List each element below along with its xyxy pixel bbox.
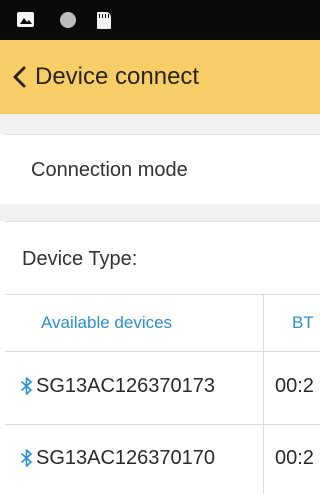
table-row[interactable]: SG13AC126370173 00:2 bbox=[5, 352, 320, 424]
circle-icon bbox=[60, 12, 76, 28]
device-bt-address: 00:2 bbox=[275, 447, 314, 469]
image-icon bbox=[17, 12, 34, 27]
devices-table: Available devices BT SG13AC126370173 00:… bbox=[5, 294, 320, 494]
page-title: Device connect bbox=[35, 63, 200, 90]
divider bbox=[5, 221, 320, 222]
divider bbox=[5, 134, 320, 135]
column-header-bt: BT bbox=[292, 313, 314, 332]
column-header-available-devices: Available devices bbox=[41, 313, 173, 332]
sd-card-icon bbox=[97, 12, 111, 29]
bluetooth-icon bbox=[21, 449, 33, 467]
app-bar: Device connect bbox=[0, 40, 320, 114]
device-name: SG13AC126370173 bbox=[36, 375, 216, 397]
section-gap bbox=[0, 204, 320, 221]
connection-mode-label[interactable]: Connection mode bbox=[31, 159, 188, 182]
device-bt-address: 00:2 bbox=[275, 375, 314, 397]
device-type-label: Device Type: bbox=[22, 248, 138, 270]
status-bar bbox=[0, 0, 320, 40]
chevron-left-icon bbox=[8, 62, 34, 92]
bluetooth-icon bbox=[21, 377, 33, 395]
device-name: SG13AC126370170 bbox=[36, 447, 216, 469]
section-gap bbox=[0, 114, 320, 134]
back-button[interactable] bbox=[8, 62, 34, 92]
table-row[interactable]: SG13AC126370170 00:2 bbox=[5, 425, 320, 494]
